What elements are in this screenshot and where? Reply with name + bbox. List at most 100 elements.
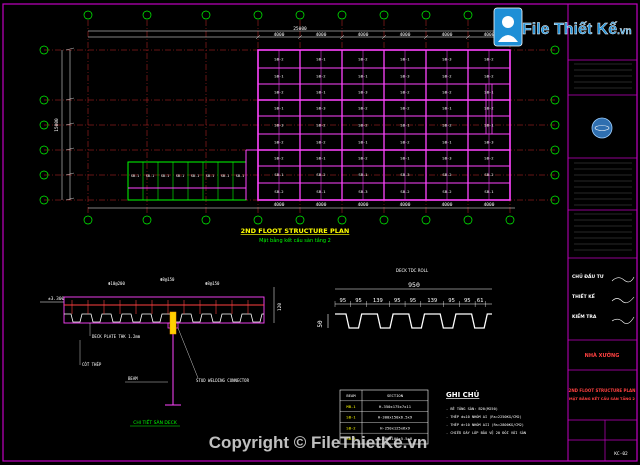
beam-label: SB-1 bbox=[358, 140, 368, 145]
site-logo-person-head bbox=[502, 16, 514, 28]
dim-top-bay: 4000 bbox=[316, 32, 327, 38]
tb-sheet-no: KC-02 bbox=[614, 451, 628, 457]
section-dim: 95 bbox=[340, 298, 347, 304]
beam-label: SB-1 bbox=[400, 156, 410, 161]
beam-label: SB-3 bbox=[274, 123, 283, 128]
note-item-3: - THÉP d>10 NHÓM AII (Rs=2800KG/CM2) bbox=[446, 422, 524, 427]
rebar-label-1: Φ10@200 bbox=[108, 281, 125, 286]
beam-label: SB-1 bbox=[400, 123, 410, 128]
section-dim: 95 bbox=[410, 298, 417, 304]
beam-label: SB-1 bbox=[274, 74, 284, 79]
beam-label: SB-1 bbox=[484, 189, 494, 194]
section-dim: 139 bbox=[373, 298, 383, 304]
beam-label: SB-2 bbox=[442, 74, 451, 79]
section-dim: 139 bbox=[427, 298, 437, 304]
beam-label: SB-3 bbox=[442, 57, 451, 62]
beam-label: SB-2 bbox=[400, 140, 409, 145]
beam-label: SB-2 bbox=[358, 123, 367, 128]
beam-label: SB-1 bbox=[316, 156, 326, 161]
beam-table-cell-section: H-350x175x7x11 bbox=[379, 404, 412, 409]
beam-label: SB-2 bbox=[484, 156, 493, 161]
section-dim: 95 bbox=[448, 298, 455, 304]
dim-top-bay: 4000 bbox=[358, 32, 369, 38]
beam-table-cell-section: H-300x150x6.5x9 bbox=[378, 415, 413, 420]
dim-top-bay: 4000 bbox=[442, 32, 453, 38]
annex-beam-label: SB-1 bbox=[146, 174, 154, 178]
beam-label: SB-3 bbox=[316, 106, 325, 111]
beam-label: SB-2 bbox=[400, 189, 409, 194]
beam-label: SB-1 bbox=[484, 123, 494, 128]
beam-label: SB-1 bbox=[274, 106, 284, 111]
dim-top-overall: 25000 bbox=[293, 26, 307, 32]
beam-label: SB-1 bbox=[274, 172, 284, 177]
beam-label: SB-2 bbox=[442, 123, 451, 128]
annex-beam-label: SB-1 bbox=[236, 174, 244, 178]
dim-bottom-bay: 4000 bbox=[316, 202, 327, 208]
dim-top-bay: 4000 bbox=[484, 32, 495, 38]
beam-label: SB-1 bbox=[442, 106, 452, 111]
note-beam: BEAM bbox=[128, 376, 138, 381]
dim-left-overall: 15000 bbox=[54, 118, 60, 132]
section-dim-overall: 950 bbox=[408, 281, 420, 289]
site-logo-text: File Thiết Kế.vn bbox=[522, 21, 632, 38]
note-stud: STUD WELDING CONNECTOR bbox=[196, 378, 250, 383]
beam-label: SB-2 bbox=[274, 90, 283, 95]
beam-table-cell-name: SB-2 bbox=[346, 425, 355, 430]
annex-beam-label: SB-1 bbox=[161, 174, 169, 178]
section-dim: 95 bbox=[355, 298, 362, 304]
beam-label: SB-3 bbox=[484, 140, 493, 145]
cad-drawing: 25000 4000 4000 4000 4000 4000 4000 15000 SB-… bbox=[0, 0, 640, 465]
beam-label: SB-2 bbox=[358, 156, 367, 161]
note-item-2: - THÉP d≤10 NHÓM AI (Rs=2250KG/CM2) bbox=[446, 414, 522, 419]
note-deck: DECK PLATE THK 1.2mm bbox=[92, 334, 141, 339]
annex-beam-label: SB-1 bbox=[206, 174, 214, 178]
beam-label: SB-3 bbox=[358, 90, 367, 95]
beam-label: SB-2 bbox=[484, 57, 493, 62]
beam-label: SB-3 bbox=[400, 172, 409, 177]
annex-beam-label: SB-1 bbox=[221, 174, 229, 178]
beam-label: SB-1 bbox=[358, 172, 368, 177]
beam-label: SB-1 bbox=[358, 74, 368, 79]
dim-bottom-bay: 4000 bbox=[442, 202, 453, 208]
beam-label: SB-1 bbox=[442, 140, 452, 145]
beam-label: SB-3 bbox=[442, 156, 451, 161]
tb-sheet-title: 2ND FLOOT STRUCTURE PLAN bbox=[569, 388, 636, 393]
beam-label: SB-2 bbox=[274, 189, 283, 194]
beam-label: SB-2 bbox=[316, 172, 325, 177]
copyright-watermark: Copyright © FileThietKe.vn bbox=[209, 433, 427, 452]
annex-beam-label: SB-1 bbox=[191, 174, 199, 178]
beam-label: SB-2 bbox=[316, 74, 325, 79]
beam-table-cell-name: SB-1 bbox=[346, 415, 356, 420]
section-dim: 61 bbox=[477, 298, 484, 304]
beam-label: SB-2 bbox=[358, 57, 367, 62]
beam-label: SB-2 bbox=[316, 123, 325, 128]
beam-label: SB-3 bbox=[358, 189, 367, 194]
note-item-1: - BÊ TÔNG SÀN: B20(M250) bbox=[446, 406, 498, 411]
section-dim: 95 bbox=[394, 298, 401, 304]
detail-dim-right: 120 bbox=[277, 303, 283, 311]
beam-label: SB-2 bbox=[274, 156, 283, 161]
beam-label: SB-1 bbox=[400, 57, 410, 62]
beam-label: SB-2 bbox=[274, 57, 283, 62]
plan-subtitle: Mặt bằng kết cấu sàn tầng 2 bbox=[259, 236, 331, 244]
beam-label: SB-2 bbox=[400, 106, 409, 111]
beam-label: SB-2 bbox=[484, 172, 493, 177]
plan-title: 2ND FLOOT STRUCTURE PLAN bbox=[241, 227, 350, 235]
beam-label: SB-2 bbox=[358, 106, 367, 111]
dim-top-bay: 4000 bbox=[400, 32, 411, 38]
note-rebar: CỐT THÉP bbox=[82, 362, 102, 367]
detail-level: ±3.300 bbox=[48, 296, 65, 302]
note-item-4: - CHIỀU DÀY LỚP BẢO VỆ 20 ĐỐI VỚI SÀN bbox=[446, 430, 526, 435]
dim-top-bay: 4000 bbox=[274, 32, 285, 38]
beam-label: SB-2 bbox=[442, 172, 451, 177]
beam-label: SB-2 bbox=[274, 140, 283, 145]
beam-label: SB-1 bbox=[316, 57, 326, 62]
dim-bottom-bay: 4000 bbox=[358, 202, 369, 208]
beam-label: SB-2 bbox=[442, 90, 451, 95]
beam-label: SB-2 bbox=[484, 106, 493, 111]
stud-highlight bbox=[169, 311, 177, 335]
beam-label: SB-2 bbox=[400, 90, 409, 95]
notes-title: GHI CHÚ bbox=[446, 390, 480, 399]
beam-label: SB-3 bbox=[400, 74, 409, 79]
beam-table-header: BEAM bbox=[346, 393, 356, 398]
